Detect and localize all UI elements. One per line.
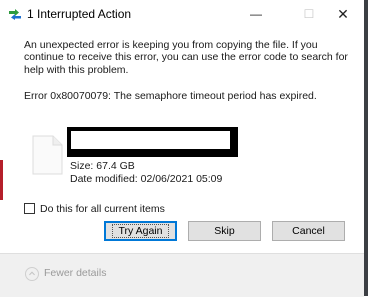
copy-arrows-icon <box>9 9 21 20</box>
apply-to-all-label[interactable]: Do this for all current items <box>40 203 165 215</box>
file-name <box>71 131 230 149</box>
window-title: 1 Interrupted Action <box>27 7 132 21</box>
details-footer: Fewer details <box>0 253 364 297</box>
file-size: Size: 67.4 GB <box>70 160 135 172</box>
minimize-button[interactable]: — <box>236 2 276 26</box>
error-message: An unexpected error is keeping you from … <box>24 39 348 76</box>
close-button[interactable]: ✕ <box>323 2 363 26</box>
file-date-modified: Date modified: 02/06/2021 05:09 <box>70 173 223 185</box>
file-icon <box>32 135 63 175</box>
redacted-file-name <box>67 127 238 157</box>
apply-to-all-checkbox[interactable] <box>24 203 35 214</box>
chevron-up-icon[interactable] <box>25 267 39 281</box>
error-code: Error 0x80070079: The semaphore timeout … <box>24 90 317 102</box>
try-again-button[interactable]: Try Again <box>104 221 177 241</box>
try-again-label: Try Again <box>111 224 170 238</box>
skip-button[interactable]: Skip <box>188 221 261 241</box>
fewer-details-link[interactable]: Fewer details <box>44 267 106 279</box>
cancel-button[interactable]: Cancel <box>272 221 345 241</box>
title-bar: 1 Interrupted Action — ☐ ✕ <box>0 0 364 28</box>
interrupted-action-dialog: 1 Interrupted Action — ☐ ✕ An unexpected… <box>0 0 364 297</box>
background-edge <box>364 0 368 296</box>
background-edge-red <box>0 160 3 200</box>
